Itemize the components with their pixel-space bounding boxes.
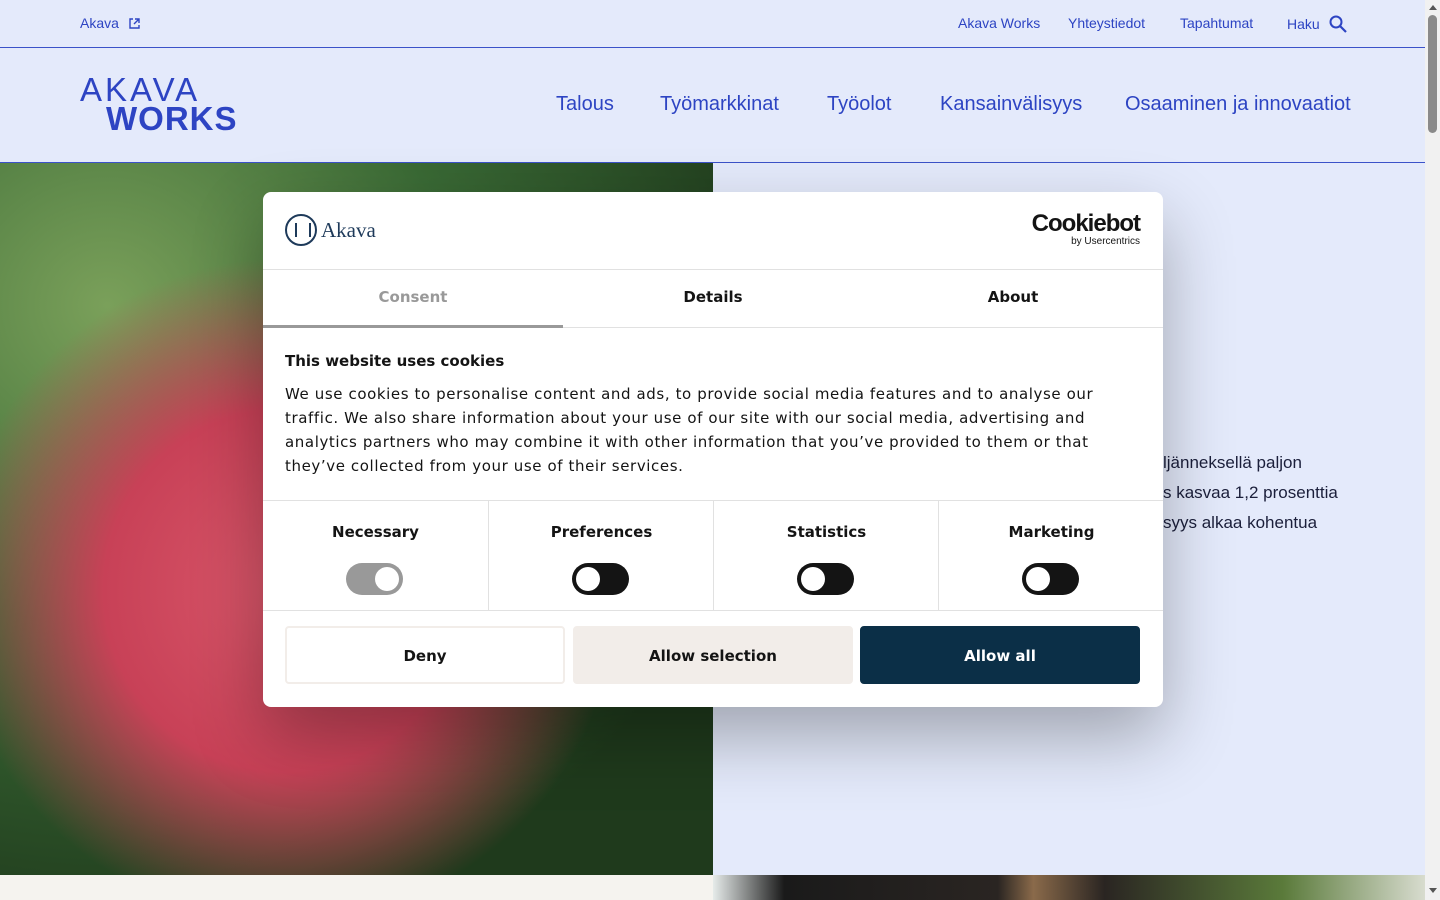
tab-consent[interactable]: Consent: [263, 270, 563, 327]
toggle-knob: [801, 567, 825, 591]
toggle-knob: [576, 567, 600, 591]
page-scrollbar[interactable]: [1425, 0, 1440, 900]
tab-details[interactable]: Details: [563, 270, 863, 327]
toggle-knob: [1026, 567, 1050, 591]
main-navigation: AKAVA WORKS Talous Työmarkkinat Työolot …: [0, 48, 1425, 163]
cookiebot-wordmark: Cookiebot: [1031, 210, 1141, 237]
search-icon: [1329, 15, 1347, 33]
allow-selection-button[interactable]: Allow selection: [573, 626, 853, 684]
external-link-icon: [129, 18, 140, 29]
next-section-image: [713, 875, 1425, 900]
category-label: Statistics: [786, 523, 867, 541]
dialog-header: Akava Cookiebot by Usercentrics: [263, 192, 1163, 270]
category-statistics: Statistics: [713, 501, 939, 610]
nav-item-osaaminen[interactable]: Osaaminen ja innovaatiot: [1125, 93, 1351, 116]
akava-link-label: Akava: [80, 15, 119, 31]
allow-all-button[interactable]: Allow all: [860, 626, 1140, 684]
preferences-toggle[interactable]: [572, 563, 629, 595]
top-utility-bar: Akava Akava Works Yhteystiedot Tapahtuma…: [0, 0, 1425, 48]
search-label: Haku: [1287, 16, 1320, 32]
akava-brand-logo: Akava: [285, 214, 376, 246]
scroll-down-arrow-icon[interactable]: [1429, 888, 1437, 893]
akava-brand-name: Akava: [321, 217, 376, 242]
toggle-knob: [375, 567, 399, 591]
topbar-link-tapahtumat[interactable]: Tapahtumat: [1180, 15, 1253, 31]
topbar-link-yhteystiedot[interactable]: Yhteystiedot: [1068, 15, 1145, 31]
active-tab-indicator: [263, 325, 563, 328]
search-link[interactable]: Haku: [1287, 15, 1347, 33]
category-marketing: Marketing: [938, 501, 1163, 610]
category-label: Marketing: [1008, 523, 1095, 541]
cookie-categories: Necessary Preferences Statistics Marketi…: [263, 500, 1163, 611]
statistics-toggle[interactable]: [797, 563, 854, 595]
cookiebot-logo[interactable]: Cookiebot by Usercentrics: [1031, 210, 1141, 248]
hero-article-excerpt: ljänneksellä paljon s kasvaa 1,2 prosent…: [1163, 453, 1338, 532]
next-section-left: [0, 875, 713, 900]
category-preferences: Preferences: [488, 501, 714, 610]
nav-item-kansainvalisyys[interactable]: Kansainvälisyys: [940, 93, 1082, 116]
nav-item-tyomarkkinat[interactable]: Työmarkkinat: [660, 93, 779, 116]
akava-external-link[interactable]: Akava: [80, 15, 140, 31]
dialog-title: This website uses cookies: [285, 352, 505, 370]
deny-button[interactable]: Deny: [285, 626, 565, 684]
logo-line-2: WORKS: [106, 100, 238, 137]
akava-works-logo[interactable]: AKAVA WORKS: [80, 73, 238, 137]
marketing-toggle[interactable]: [1022, 563, 1079, 595]
dialog-description: We use cookies to personalise content an…: [285, 385, 1094, 475]
scrollbar-thumb[interactable]: [1428, 15, 1437, 133]
category-necessary: Necessary: [263, 501, 488, 610]
category-label: Preferences: [550, 523, 653, 541]
cookie-consent-dialog: Akava Cookiebot by Usercentrics Consent …: [263, 192, 1163, 707]
nav-item-tyoolot[interactable]: Työolot: [827, 93, 891, 116]
necessary-toggle: [346, 563, 403, 595]
dialog-tabs: Consent Details About: [263, 270, 1163, 328]
topbar-link-akava-works[interactable]: Akava Works: [958, 15, 1040, 31]
scroll-up-arrow-icon[interactable]: [1429, 5, 1437, 10]
category-label: Necessary: [332, 523, 419, 541]
cookiebot-subtitle: by Usercentrics: [1071, 236, 1140, 247]
nav-item-talous[interactable]: Talous: [556, 93, 614, 116]
tab-about[interactable]: About: [863, 270, 1163, 327]
akava-emblem-icon: [285, 214, 317, 246]
